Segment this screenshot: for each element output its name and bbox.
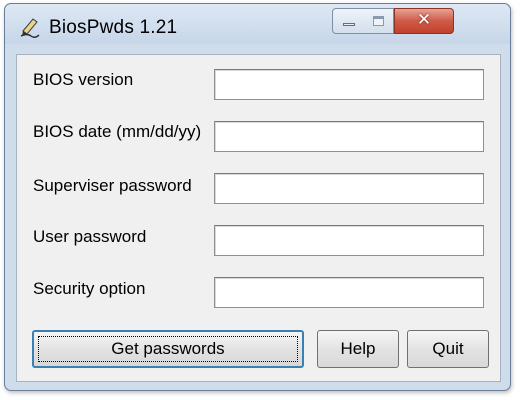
supervisor-password-field[interactable]	[214, 173, 484, 204]
security-option-field[interactable]	[214, 277, 484, 308]
close-icon: ✕	[416, 10, 432, 30]
bios-date-label: BIOS date (mm/dd/yy)	[33, 122, 202, 141]
quit-label: Quit	[432, 339, 464, 358]
user-password-field[interactable]	[214, 225, 484, 256]
maximize-button[interactable]	[363, 8, 394, 34]
minimize-icon	[343, 23, 355, 26]
bios-version-field[interactable]	[214, 69, 484, 100]
window-title: BiosPwds 1.21	[49, 17, 178, 38]
help-button[interactable]: Help	[317, 330, 399, 368]
bios-date-field[interactable]	[214, 121, 484, 152]
close-button[interactable]: ✕	[394, 8, 454, 34]
title-bar[interactable]: BiosPwds 1.21 ✕	[5, 4, 510, 44]
app-window: BiosPwds 1.21 ✕ BIOS version BIOS date (…	[4, 3, 511, 391]
dialog-body: BIOS version BIOS date (mm/dd/yy) Superv…	[16, 54, 501, 382]
help-label: Help	[340, 339, 376, 358]
maximize-icon	[373, 16, 384, 26]
minimize-button[interactable]	[332, 8, 364, 34]
supervisor-password-label: Superviser password	[33, 176, 192, 195]
user-password-label: User password	[33, 227, 147, 246]
bios-version-label: BIOS version	[33, 70, 134, 89]
security-option-label: Security option	[33, 279, 146, 298]
get-passwords-button[interactable]: Get passwords	[32, 330, 304, 368]
focus-rectangle	[38, 336, 298, 362]
quit-button[interactable]: Quit	[407, 330, 489, 368]
pen-icon	[20, 18, 40, 38]
